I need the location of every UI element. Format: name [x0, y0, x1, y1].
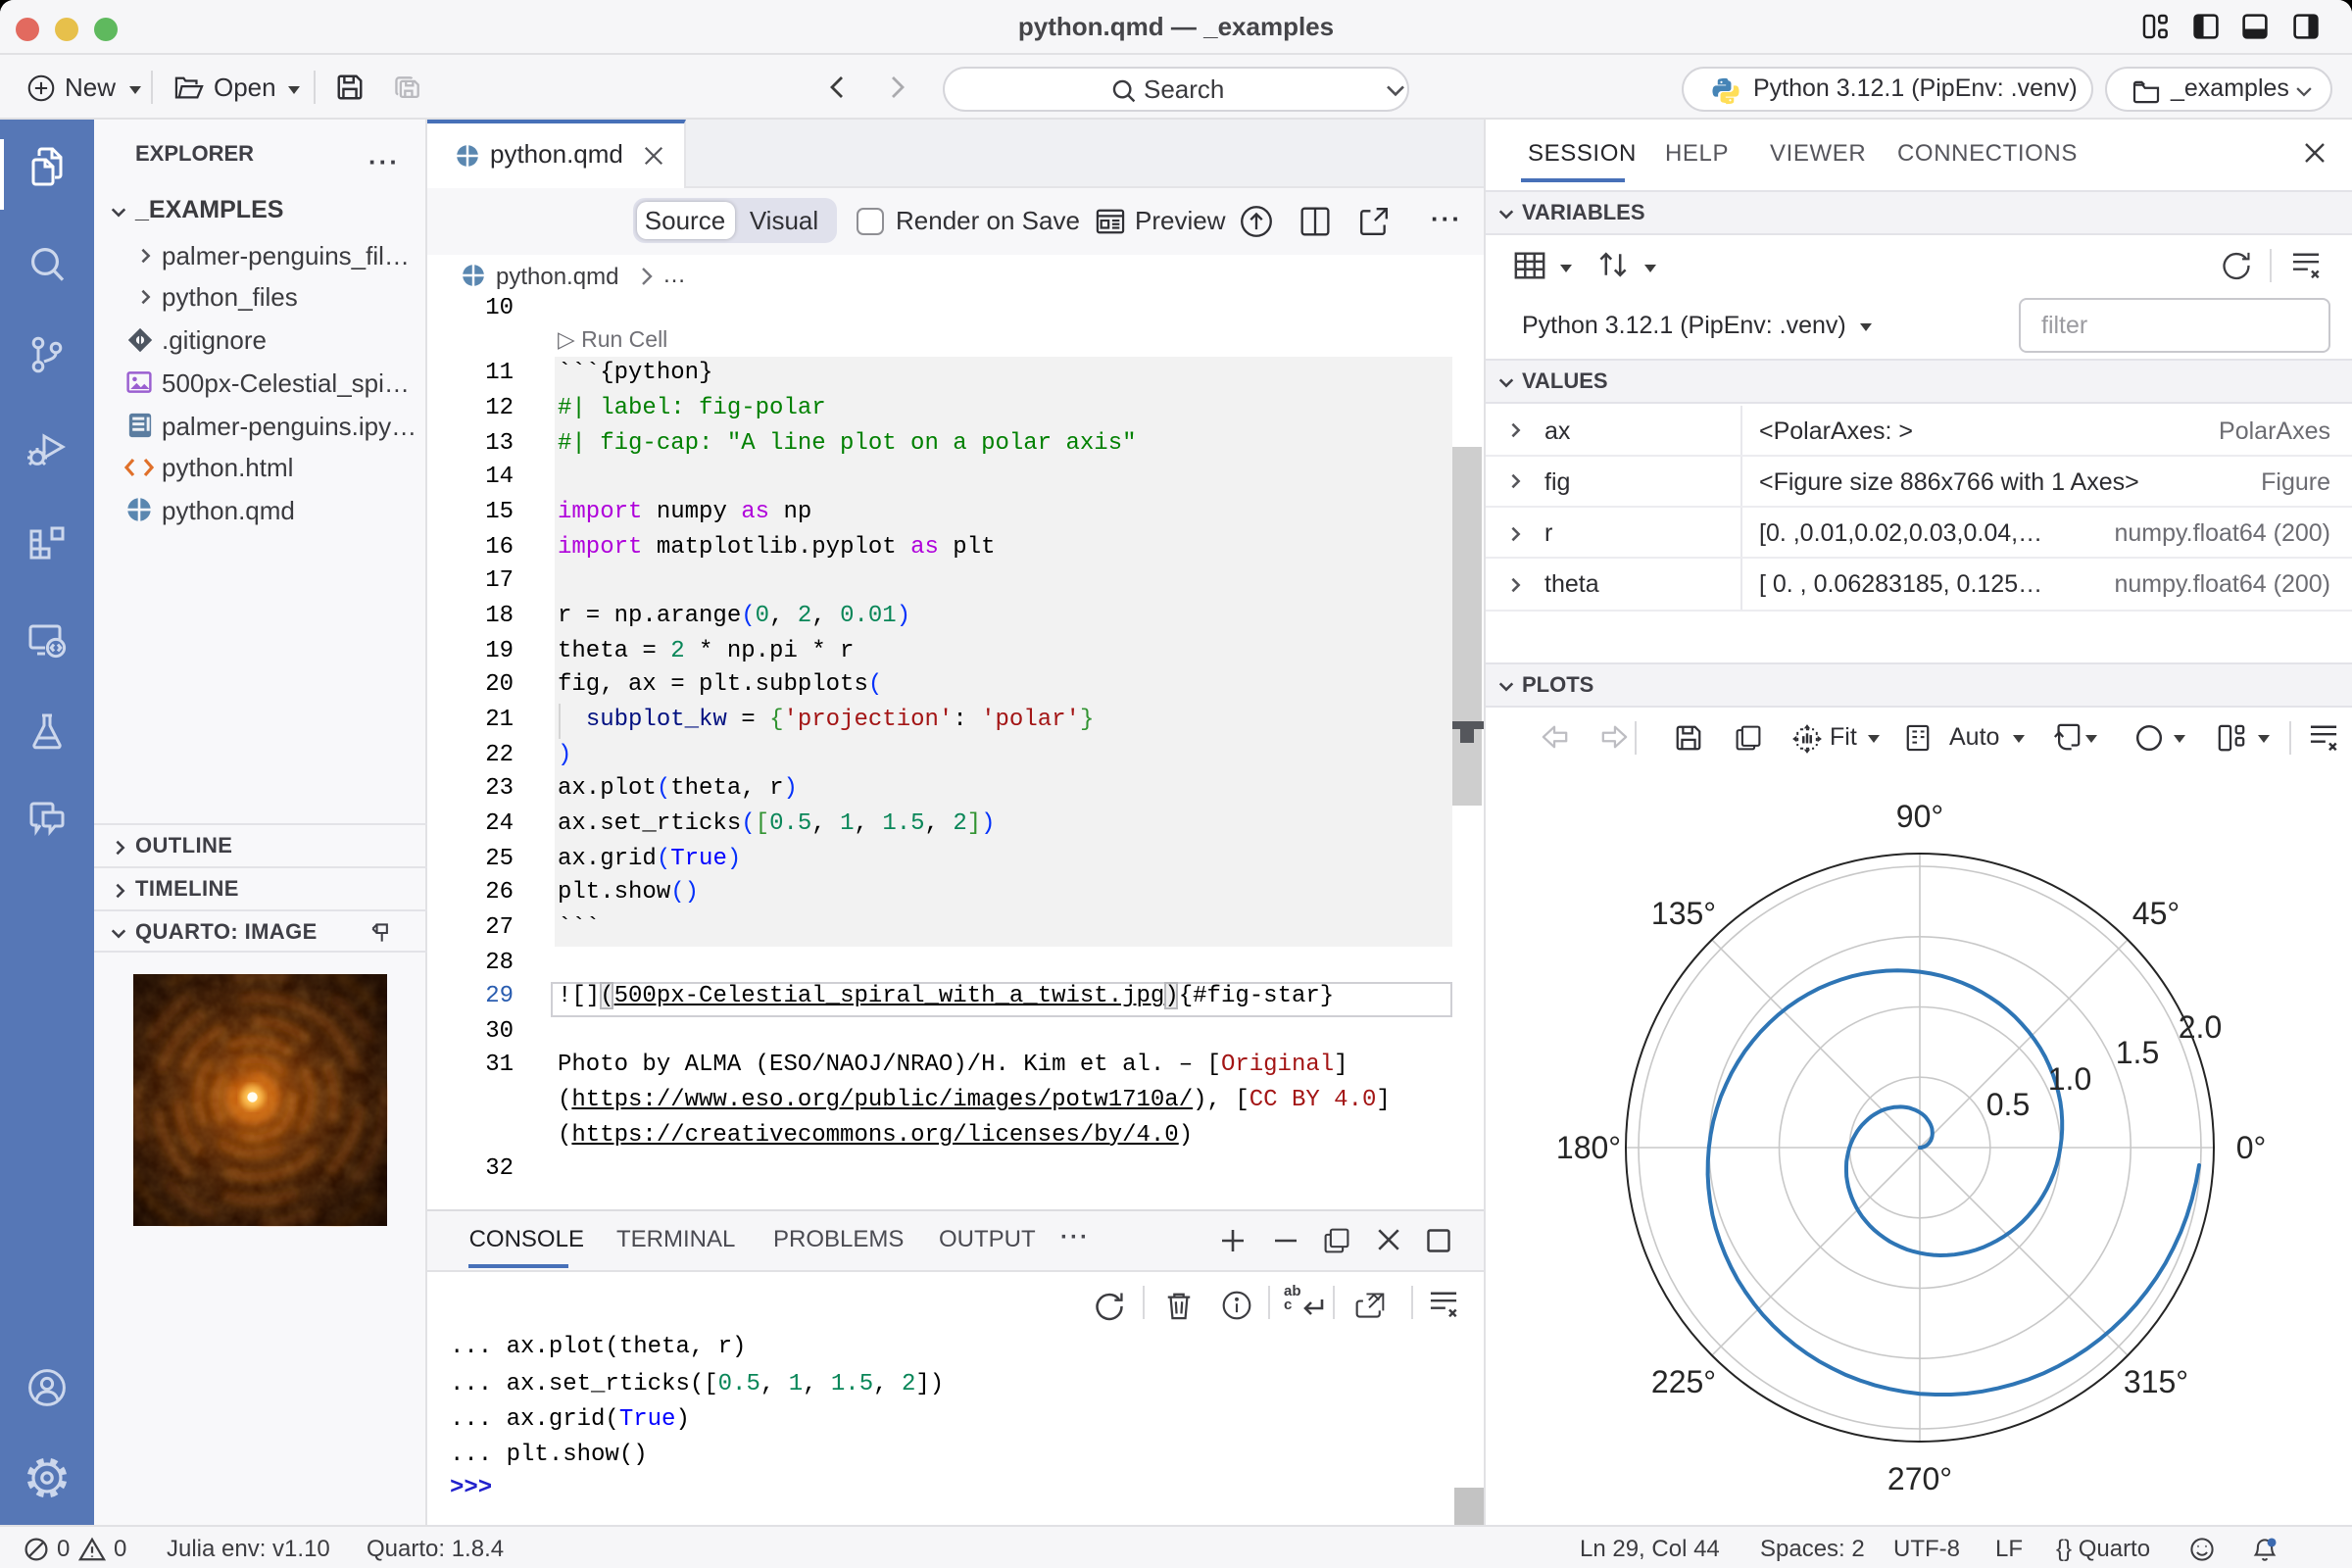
- svg-text:315°: 315°: [2123, 1363, 2187, 1398]
- svg-text:0.5: 0.5: [1985, 1086, 2029, 1121]
- svg-text:2.0: 2.0: [2178, 1008, 2221, 1044]
- svg-text:90°: 90°: [1895, 798, 1942, 833]
- svg-text:180°: 180°: [1555, 1129, 1620, 1164]
- svg-text:135°: 135°: [1650, 895, 1715, 930]
- svg-text:225°: 225°: [1650, 1363, 1715, 1398]
- svg-text:270°: 270°: [1886, 1460, 1951, 1495]
- svg-text:1.0: 1.0: [2047, 1060, 2090, 1096]
- svg-text:0°: 0°: [2235, 1129, 2266, 1164]
- svg-text:45°: 45°: [2132, 895, 2179, 930]
- svg-text:1.5: 1.5: [2115, 1034, 2158, 1069]
